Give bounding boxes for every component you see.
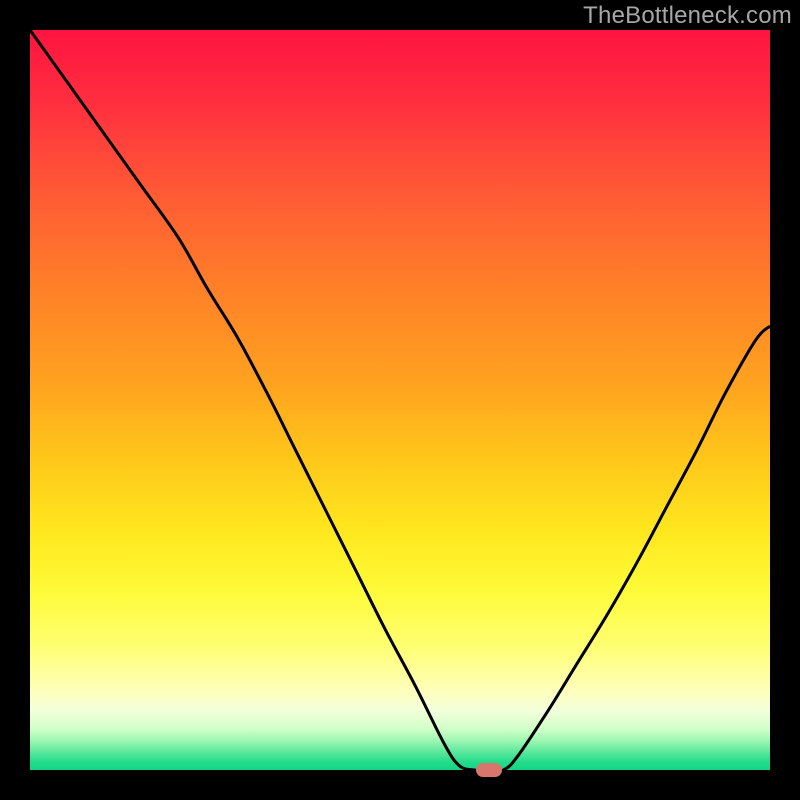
optimal-point-marker bbox=[476, 763, 502, 777]
plot-area bbox=[30, 30, 770, 770]
attribution-label: TheBottleneck.com bbox=[583, 2, 792, 30]
bottleneck-curve-path bbox=[30, 30, 770, 770]
curve-layer bbox=[30, 30, 770, 770]
chart-frame: TheBottleneck.com bbox=[0, 0, 800, 800]
